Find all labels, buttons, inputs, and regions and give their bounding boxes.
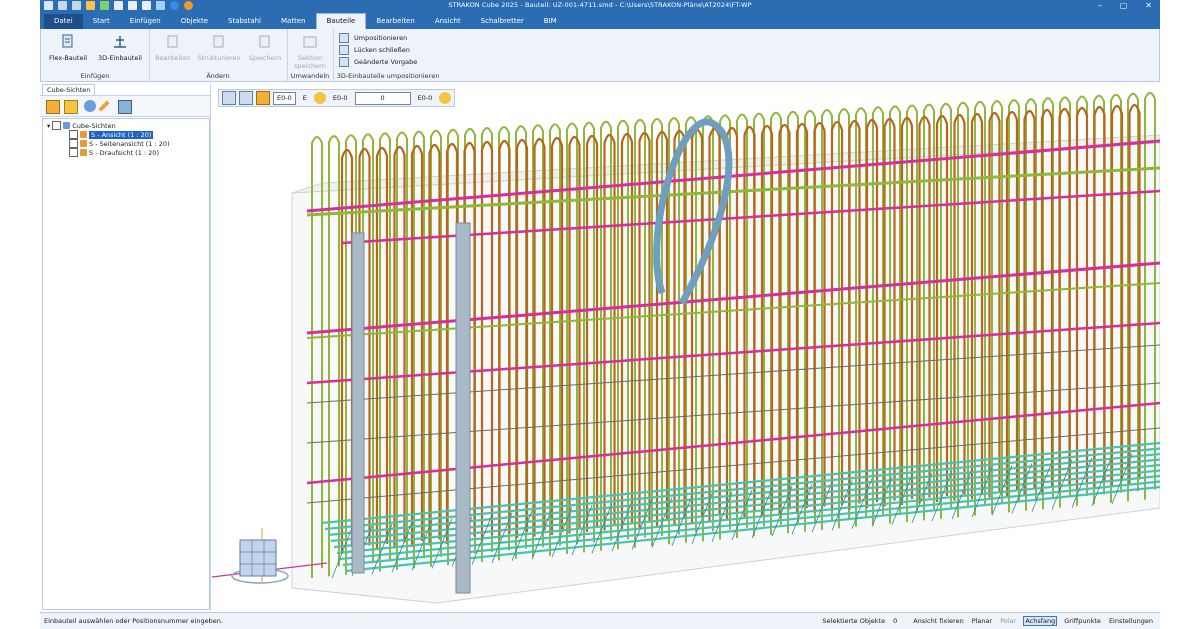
group-label-umwandeln: Umwandeln xyxy=(290,72,330,80)
speichern-icon xyxy=(256,33,274,51)
speichern-button[interactable]: Speichern xyxy=(245,33,285,62)
cube-sichten-panel: Cube-Sichten ▾ Cube-Sichten S - Ansicht … xyxy=(40,83,211,610)
tab-einfuegen[interactable]: Einfügen xyxy=(120,14,171,29)
3d-einbauteil-icon xyxy=(111,33,129,51)
tree-item-seitenansicht[interactable]: S - Seitenansicht (1 : 20) xyxy=(69,139,170,148)
cube-icon xyxy=(63,122,71,129)
search-icon[interactable] xyxy=(439,92,452,104)
title-bar: STRAKON Cube 2025 - Bauteil: UZ-001-4711… xyxy=(40,0,1160,12)
status-bar: Einbauteil auswählen oder Positionsnumme… xyxy=(40,612,1160,629)
group-label-umpositionieren: 3D-Einbauteile umpositionieren xyxy=(336,72,440,80)
tree-checkbox[interactable] xyxy=(69,130,78,139)
tab-ansicht[interactable]: Ansicht xyxy=(425,14,471,29)
tree-checkbox[interactable] xyxy=(69,139,78,148)
group-aendern: Bearbeiten Strukturieren Speichern Änder… xyxy=(149,29,288,81)
zoom-icon[interactable] xyxy=(313,92,326,104)
selected-objects-count: 0 xyxy=(893,617,898,625)
status-prompt: Einbauteil auswählen oder Positionsnumme… xyxy=(44,617,223,625)
layer-field-3[interactable]: E0-0 xyxy=(329,92,352,105)
luecken-schliessen-button[interactable]: Lücken schließen xyxy=(339,45,410,55)
tab-bauteile[interactable]: Bauteile xyxy=(315,13,367,29)
view-icon xyxy=(80,149,87,156)
selected-objects-label: Selektierte Objekte xyxy=(822,617,886,625)
expand-icon[interactable]: ▾ xyxy=(47,122,50,130)
view-front-icon[interactable] xyxy=(222,91,236,105)
view-icon xyxy=(80,131,87,138)
geaenderte-vorgabe-icon xyxy=(339,57,349,67)
tree-checkbox[interactable] xyxy=(69,148,78,157)
tab-matten[interactable]: Matten xyxy=(271,14,316,29)
tab-bim[interactable]: BIM xyxy=(534,14,567,29)
group-label-einfuegen: Einfügen xyxy=(80,72,110,80)
tree-item-ansicht[interactable]: S - Ansicht (1 : 20) xyxy=(69,130,154,139)
views-tree: ▾ Cube-Sichten S - Ansicht (1 : 20) S - … xyxy=(42,118,210,610)
position-input[interactable]: 0 xyxy=(354,91,411,105)
close-button[interactable]: ✕ xyxy=(1145,0,1152,12)
geaenderte-vorgabe-button[interactable]: Geänderte Vorgabe xyxy=(339,57,417,67)
3d-einbauteil-button[interactable]: 3D-Einbauteil xyxy=(95,33,145,62)
toggle-planar[interactable]: Planar xyxy=(971,617,993,625)
tab-cube-sichten[interactable]: Cube-Sichten xyxy=(42,84,96,95)
view-side-icon[interactable] xyxy=(239,91,253,105)
bearbeiten-button[interactable]: Bearbeiten xyxy=(153,33,193,62)
ribbon-tabs: Datei Start Einfügen Objekte Stabstahl M… xyxy=(40,12,1160,29)
3d-viewport[interactable]: E0-0 E E0-0 0 E0-0 xyxy=(212,83,1160,610)
group-label-aendern: Ändern xyxy=(206,72,230,80)
bearbeiten-icon xyxy=(164,33,182,51)
umpositionieren-icon xyxy=(339,33,349,43)
panel-toolbar xyxy=(40,95,210,117)
window-title: STRAKON Cube 2025 - Bauteil: UZ-001-4711… xyxy=(448,1,752,9)
group-umpositionieren: Umpositionieren Lücken schließen Geänder… xyxy=(333,29,443,81)
vertical-pipe-2 xyxy=(455,222,471,594)
flex-bauteil-icon xyxy=(59,33,77,51)
layer-field-1[interactable]: E0-0 xyxy=(273,91,296,105)
sektion-speichern-button[interactable]: Sektion speichern xyxy=(289,33,331,70)
rebar-cage-render[interactable] xyxy=(212,83,1160,610)
tab-start[interactable]: Start xyxy=(83,14,120,29)
folder-icon[interactable] xyxy=(64,100,78,114)
toggle-griffpunkte[interactable]: Griffpunkte xyxy=(1063,617,1102,625)
flex-bauteil-button[interactable]: Flex-Bauteil xyxy=(47,33,89,62)
tab-datei[interactable]: Datei xyxy=(44,14,83,29)
toggle-einstellungen[interactable]: Einstellungen xyxy=(1108,617,1154,625)
navigation-cube[interactable] xyxy=(231,539,289,584)
maximize-button[interactable]: ▢ xyxy=(1120,0,1128,12)
tab-bearbeiten[interactable]: Bearbeiten xyxy=(366,14,424,29)
group-einfuegen: Flex-Bauteil 3D-Einbauteil Einfügen xyxy=(41,29,150,81)
layer-field-2[interactable]: E xyxy=(299,92,311,105)
tab-stabstahl[interactable]: Stabstahl xyxy=(218,14,271,29)
settings-icon[interactable] xyxy=(118,100,132,114)
minimize-button[interactable]: – xyxy=(1098,0,1102,12)
group-umwandeln: Sektion speichern Umwandeln xyxy=(287,29,334,81)
tree-root[interactable]: ▾ Cube-Sichten xyxy=(47,121,116,130)
strukturieren-button[interactable]: Strukturieren xyxy=(197,33,241,62)
toggle-ansicht-fixieren[interactable]: Ansicht fixieren xyxy=(912,617,964,625)
tree-item-draufsicht[interactable]: S - Draufsicht (1 : 20) xyxy=(69,148,159,157)
ribbon: Flex-Bauteil 3D-Einbauteil Einfügen Bear… xyxy=(40,29,1160,82)
tree-checkbox[interactable] xyxy=(52,121,62,130)
tab-schalbretter[interactable]: Schalbretter xyxy=(471,14,534,29)
viewport-toolbar: E0-0 E E0-0 0 E0-0 xyxy=(218,89,456,107)
luecken-schliessen-icon xyxy=(339,45,349,55)
new-view-icon[interactable] xyxy=(46,100,60,114)
edit-icon[interactable] xyxy=(98,100,110,112)
vertical-pipe-1 xyxy=(351,232,365,574)
tab-objekte[interactable]: Objekte xyxy=(171,14,218,29)
view-icon xyxy=(80,140,87,147)
umpositionieren-button[interactable]: Umpositionieren xyxy=(339,33,407,43)
sektion-speichern-icon xyxy=(301,33,319,51)
toggle-polar[interactable]: Polar xyxy=(999,617,1017,625)
user-icon[interactable] xyxy=(84,100,96,112)
toggle-achsfang[interactable]: Achsfang xyxy=(1023,616,1058,626)
view-top-icon[interactable] xyxy=(256,91,270,105)
strukturieren-icon xyxy=(210,33,228,51)
layer-field-4[interactable]: E0-0 xyxy=(414,92,437,105)
